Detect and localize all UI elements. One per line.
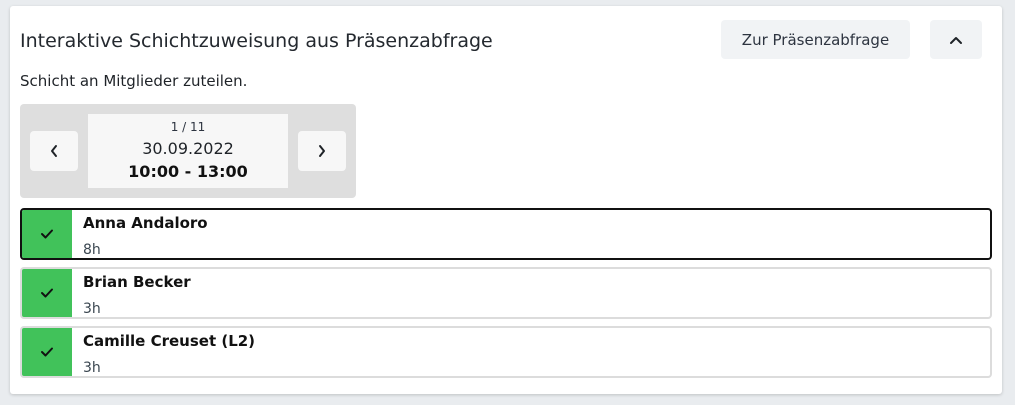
member-hours: 8h <box>83 242 101 258</box>
check-icon <box>40 346 54 358</box>
member-name: Anna Andaloro <box>83 214 208 232</box>
card-header: Interaktive Schichtzuweisung aus Präsenz… <box>20 20 992 60</box>
member-row[interactable]: Anna Andaloro 8h <box>20 208 992 260</box>
card-title: Interaktive Schichtzuweisung aus Präsenz… <box>20 30 493 52</box>
next-shift-button[interactable] <box>298 131 346 171</box>
check-icon <box>40 287 54 299</box>
shift-navigator: 1 / 11 30.09.2022 10:00 - 13:00 <box>20 104 356 198</box>
member-hours: 3h <box>83 301 101 317</box>
member-row[interactable]: Camille Creuset (L2) 3h <box>20 326 992 378</box>
check-icon <box>40 228 54 240</box>
member-name: Camille Creuset (L2) <box>83 332 256 350</box>
shift-counter: 1 / 11 <box>170 120 206 134</box>
chevron-right-icon <box>317 144 327 158</box>
card-subtitle: Schicht an Mitglieder zuteilen. <box>20 72 248 90</box>
assigned-toggle[interactable] <box>22 210 72 258</box>
chevron-left-icon <box>49 144 59 158</box>
member-list: Anna Andaloro 8h Brian Becker 3h Camille… <box>20 208 992 385</box>
member-row[interactable]: Brian Becker 3h <box>20 267 992 319</box>
to-poll-button-label: Zur Präsenzabfrage <box>741 30 890 49</box>
assigned-toggle[interactable] <box>22 269 72 317</box>
previous-shift-button[interactable] <box>30 131 78 171</box>
member-name: Brian Becker <box>83 273 191 291</box>
shift-info: 1 / 11 30.09.2022 10:00 - 13:00 <box>88 114 288 188</box>
collapse-button[interactable] <box>930 20 982 59</box>
assigned-toggle[interactable] <box>22 328 72 376</box>
shift-time: 10:00 - 13:00 <box>128 162 248 181</box>
to-poll-button[interactable]: Zur Präsenzabfrage <box>721 20 910 59</box>
shift-assignment-card: Interaktive Schichtzuweisung aus Präsenz… <box>10 6 1002 394</box>
shift-date: 30.09.2022 <box>142 139 234 158</box>
chevron-up-icon <box>949 35 963 45</box>
member-hours: 3h <box>83 360 101 376</box>
